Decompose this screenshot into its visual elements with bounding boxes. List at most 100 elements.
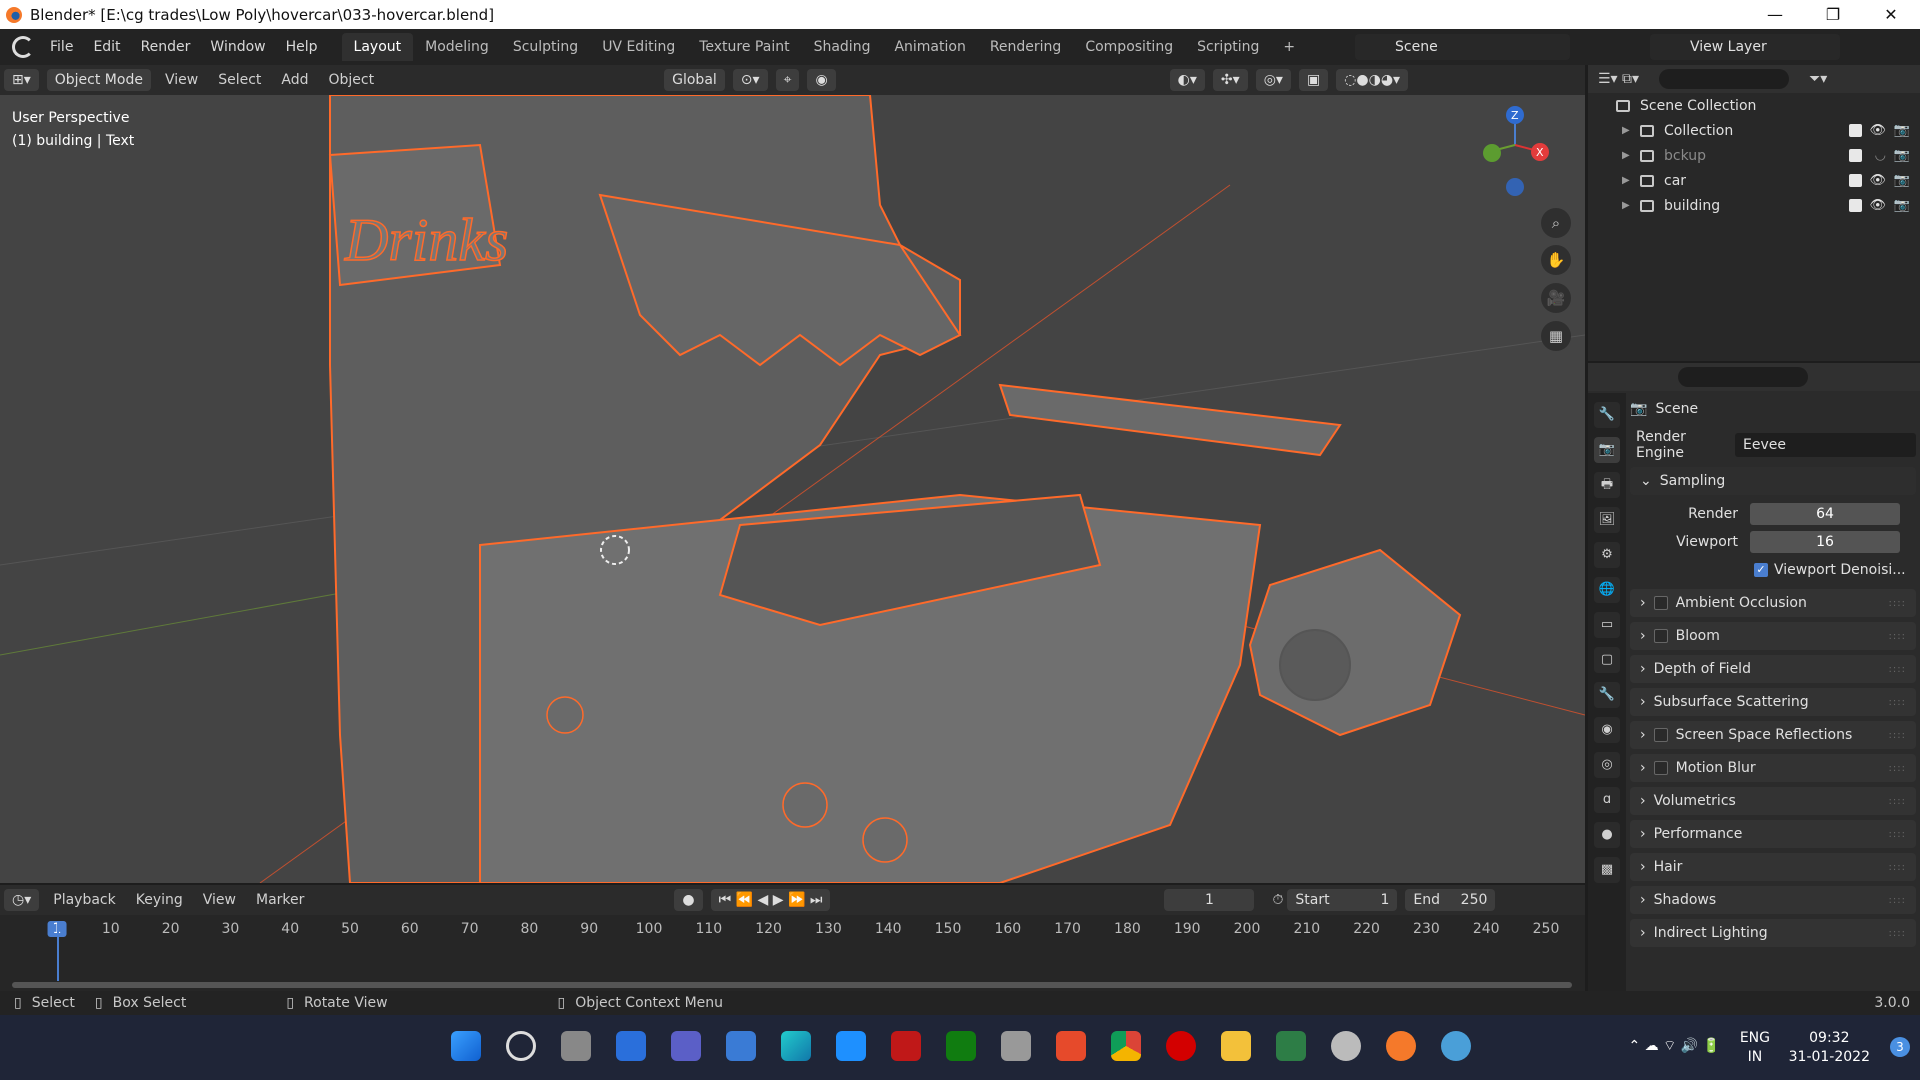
tab-layout[interactable]: Layout — [341, 33, 414, 61]
panel-header[interactable]: › Bloom:::: — [1630, 622, 1916, 650]
collection-tab-icon[interactable]: ▭ — [1594, 612, 1620, 638]
expand-icon[interactable]: ▶ — [1622, 125, 1634, 136]
scene-canvas[interactable]: Drinks — [0, 95, 1585, 883]
snap-toggle[interactable]: ⌖ — [775, 69, 800, 91]
drag-grip-icon[interactable]: :::: — [1889, 598, 1906, 609]
menu-edit[interactable]: Edit — [83, 39, 130, 55]
menu-render[interactable]: Render — [131, 39, 201, 55]
tab-compositing[interactable]: Compositing — [1073, 33, 1185, 61]
menu-object[interactable]: Object — [319, 72, 385, 88]
exclude-checkbox[interactable] — [1849, 149, 1862, 162]
edge-icon[interactable] — [781, 1031, 811, 1061]
panel-enable-checkbox[interactable] — [1653, 728, 1668, 742]
scene-collection-row[interactable]: Scene Collection — [1588, 93, 1920, 118]
panel-enable-checkbox[interactable] — [1653, 629, 1668, 643]
eye-closed-icon[interactable]: ◡ — [1875, 148, 1886, 163]
drag-grip-icon[interactable]: :::: — [1889, 895, 1906, 906]
installer-icon[interactable] — [1276, 1031, 1306, 1061]
tab-modeling[interactable]: Modeling — [413, 33, 501, 61]
drag-grip-icon[interactable]: :::: — [1889, 730, 1906, 741]
ortho-grid-icon[interactable]: ▦ — [1541, 321, 1571, 351]
navigation-gizmo[interactable]: Z X — [1470, 105, 1560, 205]
search-icon[interactable] — [506, 1031, 536, 1061]
settings-gear-icon[interactable] — [1001, 1031, 1031, 1061]
render-camera-icon[interactable]: 📷 — [1894, 198, 1910, 213]
language-indicator[interactable]: ENG IN — [1740, 1029, 1770, 1067]
eye-icon[interactable]: 👁 — [1869, 123, 1886, 138]
exclude-checkbox[interactable] — [1849, 199, 1862, 212]
drag-grip-icon[interactable]: :::: — [1889, 796, 1906, 807]
app-red-icon[interactable] — [1056, 1031, 1086, 1061]
render-camera-icon[interactable]: 📷 — [1894, 148, 1910, 163]
current-frame-field[interactable]: 1 — [1164, 889, 1255, 911]
panel-header[interactable]: › Subsurface Scattering:::: — [1630, 688, 1916, 716]
expand-icon[interactable]: ▶ — [1622, 175, 1634, 186]
blender-menu-icon[interactable] — [12, 36, 34, 58]
tool-tab-icon[interactable]: 🔧 — [1594, 402, 1620, 428]
exclude-checkbox[interactable] — [1849, 174, 1862, 187]
filter-icon[interactable]: ⏷▾ — [1809, 71, 1827, 87]
pan-hand-icon[interactable]: ✋ — [1541, 245, 1571, 275]
record-button[interactable]: ● — [674, 889, 703, 911]
pivot-button[interactable]: ⊙▾ — [732, 69, 768, 91]
globe-app-icon[interactable] — [1441, 1031, 1471, 1061]
drag-grip-icon[interactable]: :::: — [1889, 631, 1906, 642]
world-tab-icon[interactable]: 🌐 — [1594, 577, 1620, 603]
mcafee-icon[interactable] — [891, 1031, 921, 1061]
end-frame-field[interactable]: End 250 — [1405, 889, 1496, 911]
panel-header[interactable]: › Indirect Lighting:::: — [1630, 919, 1916, 947]
outliner-search-input[interactable] — [1659, 69, 1790, 89]
add-workspace-button[interactable]: + — [1271, 33, 1307, 61]
panel-header[interactable]: › Shadows:::: — [1630, 886, 1916, 914]
physics-tab-icon[interactable]: ◎ — [1594, 752, 1620, 778]
teams-chat-icon[interactable] — [671, 1031, 701, 1061]
editor-type-button[interactable]: ⊞▾ — [4, 69, 39, 91]
zoom-icon[interactable]: ⌕ — [1541, 208, 1571, 238]
opera-icon[interactable] — [1166, 1031, 1196, 1061]
tab-scripting[interactable]: Scripting — [1185, 33, 1271, 61]
file-explorer-icon[interactable] — [1221, 1031, 1251, 1061]
menu-add[interactable]: Add — [271, 72, 318, 88]
tab-animation[interactable]: Animation — [882, 33, 977, 61]
denoise-row[interactable]: ✓ Viewport Denoisi... — [1630, 556, 1916, 584]
mail-icon[interactable] — [726, 1031, 756, 1061]
drag-grip-icon[interactable]: :::: — [1889, 829, 1906, 840]
widgets-icon[interactable] — [616, 1031, 646, 1061]
stopwatch-icon[interactable]: ⏱ — [1272, 892, 1283, 908]
panel-header[interactable]: › Motion Blur:::: — [1630, 754, 1916, 782]
playhead[interactable] — [57, 921, 59, 981]
scene-selector[interactable]: Scene — [1355, 34, 1570, 60]
orientation-dropdown[interactable]: Global — [664, 69, 725, 91]
particles-tab-icon[interactable]: ◉ — [1594, 717, 1620, 743]
render-camera-icon[interactable]: 📷 — [1894, 123, 1910, 138]
tray-icons[interactable]: ⌃ ☁ ⌔ 🔊 🔋 — [1628, 1037, 1720, 1056]
output-tab-icon[interactable]: 🖶 — [1594, 472, 1620, 498]
overlay-button[interactable]: ◎▾ — [1255, 69, 1291, 91]
outliner-item-building[interactable]: ▶ building 👁 📷 — [1588, 193, 1920, 218]
menu-window[interactable]: Window — [200, 39, 275, 55]
blender-taskbar-icon[interactable] — [1386, 1031, 1416, 1061]
notification-badge[interactable]: 3 — [1890, 1037, 1910, 1057]
xray-button[interactable]: ▣ — [1298, 69, 1329, 91]
properties-search-input[interactable] — [1678, 367, 1808, 387]
menu-playback[interactable]: Playback — [43, 892, 125, 908]
view-layer-tab-icon[interactable]: 🖼 — [1594, 507, 1620, 533]
expand-icon[interactable]: ▶ — [1622, 150, 1634, 161]
tab-uv-editing[interactable]: UV Editing — [590, 33, 687, 61]
frame-ruler[interactable]: 1102030405060708090100110120130140150160… — [0, 921, 1585, 945]
menu-help[interactable]: Help — [276, 39, 328, 55]
panel-header[interactable]: › Hair:::: — [1630, 853, 1916, 881]
panel-header[interactable]: › Ambient Occlusion:::: — [1630, 589, 1916, 617]
eye-icon[interactable]: 👁 — [1869, 173, 1886, 188]
media-app-icon[interactable] — [1331, 1031, 1361, 1061]
render-engine-dropdown[interactable]: Eevee — [1735, 433, 1916, 457]
timeline-editor-type-button[interactable]: ◷▾ — [4, 889, 40, 911]
outliner-item-car[interactable]: ▶ car 👁 📷 — [1588, 168, 1920, 193]
menu-select[interactable]: Select — [208, 72, 271, 88]
timeline-scrollbar[interactable] — [12, 982, 1572, 988]
exclude-checkbox[interactable] — [1849, 124, 1862, 137]
scene-tab-icon[interactable]: ⚙ — [1594, 542, 1620, 568]
panel-header[interactable]: › Performance:::: — [1630, 820, 1916, 848]
clock[interactable]: 09:32 31-01-2022 — [1789, 1029, 1870, 1067]
sampling-panel-header[interactable]: ⌄ Sampling — [1630, 467, 1916, 495]
